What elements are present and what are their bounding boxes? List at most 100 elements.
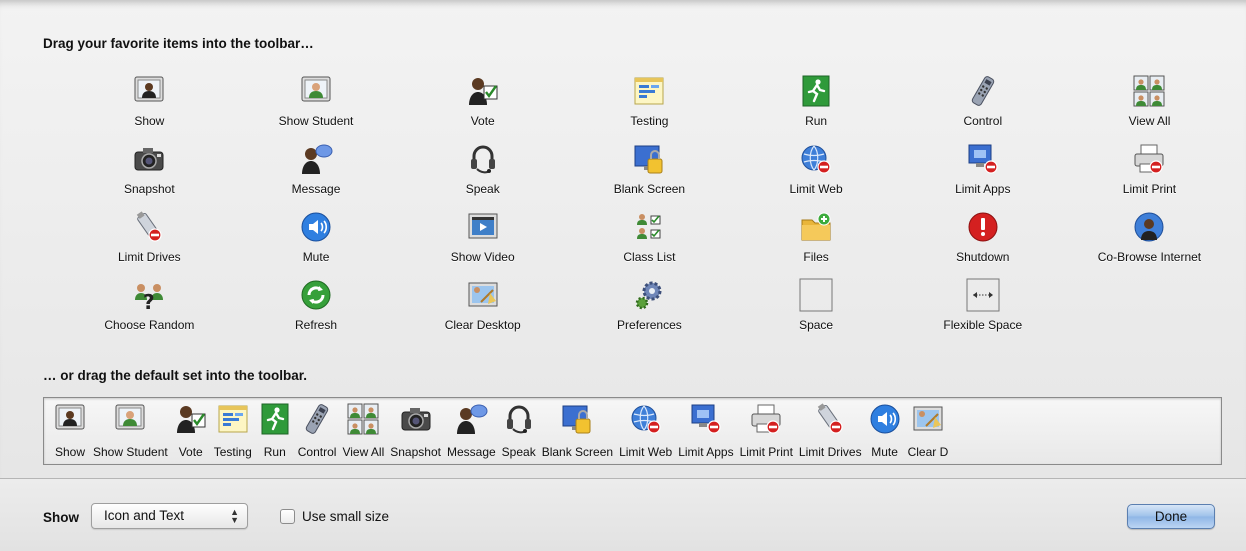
toolbar-item-view-all[interactable]: View All (339, 398, 387, 459)
toolbar-item-label: Limit Drives (118, 250, 181, 264)
toolbar-item-label: Show (134, 114, 165, 128)
clear-desktop-icon (466, 278, 500, 312)
headset-icon (466, 142, 500, 176)
toolbar-item-label: Clear D (907, 445, 949, 459)
toolbar-item-label: Clear Desktop (444, 318, 521, 332)
toolbar-item-preferences[interactable]: Preferences (566, 276, 733, 344)
toolbar-item-run[interactable]: Run (733, 72, 900, 140)
toolbar-item-limit-print[interactable]: Limit Print (1066, 140, 1233, 208)
toolbar-item-flexible-space[interactable]: Flexible Space (899, 276, 1066, 344)
toolbar-item-choose-random[interactable]: ? Choose Random (66, 276, 233, 344)
toolbar-item-speak[interactable]: Speak (499, 398, 539, 459)
vote-icon (174, 402, 208, 436)
toolbar-item-shutdown[interactable]: Shutdown (899, 208, 1066, 276)
remote-control-icon (300, 402, 334, 436)
toolbar-item-testing[interactable]: Testing (211, 398, 255, 459)
toolbar-item-label: View All (1128, 114, 1171, 128)
gears-icon (632, 278, 666, 312)
toolbar-item-control[interactable]: Control (295, 398, 340, 459)
toolbar-item-space[interactable]: Space (733, 276, 900, 344)
toolbar-item-show-video[interactable]: Show Video (399, 208, 566, 276)
toolbar-item-clear-desktop[interactable]: Clear Desktop (399, 276, 566, 344)
limit-print-icon (749, 402, 783, 436)
testing-icon (216, 402, 250, 436)
toolbar-item-limit-drives[interactable]: Limit Drives (66, 208, 233, 276)
toolbar-item-show-student[interactable]: Show Student (233, 72, 400, 140)
toolbar-item-limit-apps[interactable]: Limit Apps (675, 398, 736, 459)
toolbar-item-refresh[interactable]: Refresh (233, 276, 400, 344)
toolbar-item-show[interactable]: Show (50, 398, 90, 459)
toolbar-item-label: Vote (178, 445, 203, 459)
toolbar-item-clear-d[interactable]: Clear D (905, 398, 952, 459)
toolbar-item-show[interactable]: Show (66, 72, 233, 140)
toolbar-items-palette: Show Show Student Vote Testing Run Control Vie… (66, 72, 1216, 344)
use-small-size-label[interactable]: Use small size (302, 509, 389, 524)
limit-drives-icon (132, 210, 166, 244)
toolbar-item-vote[interactable]: Vote (399, 72, 566, 140)
toolbar-item-label: Choose Random (104, 318, 195, 332)
limit-apps-icon (689, 402, 723, 436)
toolbar-item-label: Blank Screen (613, 182, 686, 196)
toolbar-item-label: Shutdown (956, 250, 1010, 264)
run-icon (799, 74, 833, 108)
toolbar-item-limit-print[interactable]: Limit Print (737, 398, 796, 459)
default-toolbar-set[interactable]: Show Show Student Vote Testing Run Control Vie… (43, 397, 1222, 465)
toolbar-item-limit-apps[interactable]: Limit Apps (899, 140, 1066, 208)
toolbar-item-label: Limit Web (619, 445, 673, 459)
view-all-icon (1132, 74, 1166, 108)
toolbar-item-label: Show Video (450, 250, 515, 264)
choose-random-icon: ? (132, 278, 166, 312)
student-screen-icon (299, 74, 333, 108)
co-browse-icon (1132, 210, 1166, 244)
headset-icon (502, 402, 536, 436)
toolbar-item-label: Refresh (295, 318, 338, 332)
flexible-space-icon (966, 278, 1000, 312)
shutdown-icon (966, 210, 1000, 244)
speaker-icon (868, 402, 902, 436)
show-mode-select[interactable]: Icon and Text ▲ ▼ (91, 503, 248, 529)
refresh-icon (299, 278, 333, 312)
blank-screen-icon (560, 402, 594, 436)
toolbar-item-blank-screen[interactable]: Blank Screen (566, 140, 733, 208)
toolbar-item-mute[interactable]: Mute (865, 398, 905, 459)
toolbar-item-label: Limit Drives (798, 445, 862, 459)
toolbar-item-snapshot[interactable]: Snapshot (66, 140, 233, 208)
toolbar-item-limit-web[interactable]: Limit Web (733, 140, 900, 208)
toolbar-item-files[interactable]: Files (733, 208, 900, 276)
toolbar-item-label: Limit Print (739, 445, 793, 459)
toolbar-item-label: Snapshot (123, 182, 175, 196)
done-button[interactable]: Done (1127, 504, 1215, 529)
toolbar-item-label: Run (805, 114, 828, 128)
toolbar-item-vote[interactable]: Vote (171, 398, 211, 459)
toolbar-item-label: Limit Apps (955, 182, 1011, 196)
toolbar-item-speak[interactable]: Speak (399, 140, 566, 208)
toolbar-item-label: Message (291, 182, 341, 196)
show-mode-value: Icon and Text (104, 508, 185, 523)
toolbar-item-testing[interactable]: Testing (566, 72, 733, 140)
toolbar-item-class-list[interactable]: Class List (566, 208, 733, 276)
toolbar-item-label: Mute (871, 445, 898, 459)
toolbar-item-label: Show Student (278, 114, 354, 128)
student-screen-icon (113, 402, 147, 436)
toolbar-item-limit-web[interactable]: Limit Web (616, 398, 675, 459)
toolbar-item-label: Limit Apps (678, 445, 734, 459)
toolbar-item-run[interactable]: Run (255, 398, 295, 459)
use-small-size-checkbox[interactable] (280, 509, 295, 524)
toolbar-item-message[interactable]: Message (444, 398, 499, 459)
svg-text:?: ? (143, 290, 155, 312)
toolbar-item-mute[interactable]: Mute (233, 208, 400, 276)
toolbar-item-label: Co-Browse Internet (1097, 250, 1202, 264)
toolbar-item-blank-screen[interactable]: Blank Screen (539, 398, 616, 459)
toolbar-item-show-student[interactable]: Show Student (90, 398, 171, 459)
toolbar-item-label: Show Student (93, 445, 168, 459)
toolbar-item-co-browse-internet[interactable]: Co-Browse Internet (1066, 208, 1233, 276)
speaker-icon (299, 210, 333, 244)
toolbar-item-limit-drives[interactable]: Limit Drives (796, 398, 865, 459)
toolbar-item-snapshot[interactable]: Snapshot (387, 398, 444, 459)
toolbar-item-control[interactable]: Control (899, 72, 1066, 140)
toolbar-item-message[interactable]: Message (233, 140, 400, 208)
toolbar-item-label: Run (263, 445, 286, 459)
toolbar-item-label: Class List (623, 250, 676, 264)
clear-desktop-icon (911, 402, 945, 436)
toolbar-item-view-all[interactable]: View All (1066, 72, 1233, 140)
